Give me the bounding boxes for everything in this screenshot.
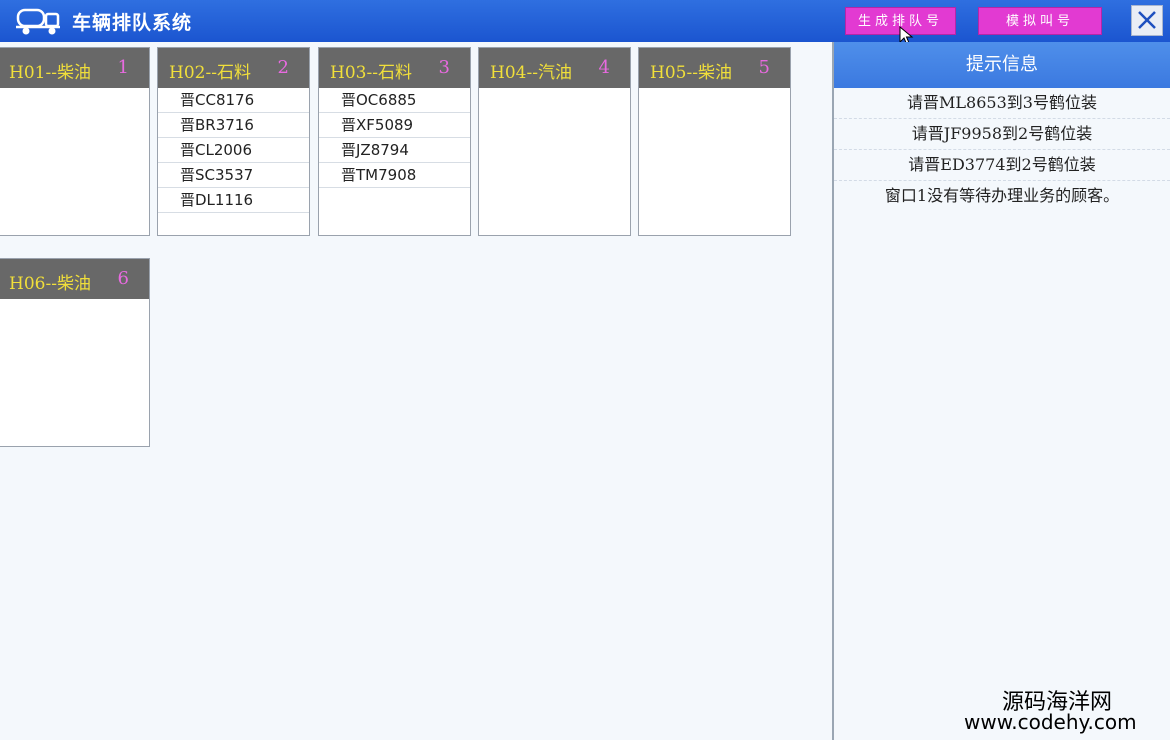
- message-item: 请晋ED3774到2号鹤位装: [834, 150, 1170, 181]
- title-bar: 车辆排队系统 生成排队号 模拟叫号: [0, 0, 1170, 46]
- simulate-call-button[interactable]: 模拟叫号: [978, 7, 1102, 35]
- plate-item[interactable]: 晋XF5089: [319, 113, 470, 138]
- station-title: H04--汽油: [490, 63, 572, 83]
- station-header: H05--柴油 5: [639, 48, 790, 88]
- station-card-h03: H03--石料 3 晋OC6885 晋XF5089 晋JZ8794 晋TM790…: [318, 47, 471, 236]
- station-number: 1: [117, 57, 129, 78]
- station-area: H01--柴油 1 H02--石料 2 晋CC8176 晋BR3716 晋CL2…: [0, 42, 833, 740]
- message-item: 请晋ML8653到3号鹤位装: [834, 88, 1170, 119]
- plate-list: 晋OC6885 晋XF5089 晋JZ8794 晋TM7908: [319, 88, 470, 188]
- station-header: H03--石料 3: [319, 48, 470, 88]
- station-card-h05: H05--柴油 5: [638, 47, 791, 236]
- app-title: 车辆排队系统: [72, 12, 193, 34]
- message-item: 窗口1没有等待办理业务的顾客。: [884, 186, 1120, 205]
- station-title: H06--柴油: [9, 274, 91, 294]
- station-number: 6: [117, 268, 129, 289]
- message-item: 请晋JF9958到2号鹤位装: [834, 119, 1170, 150]
- plate-item[interactable]: 晋CL2006: [158, 138, 309, 163]
- station-number: 2: [277, 57, 289, 78]
- plate-item[interactable]: 晋OC6885: [319, 88, 470, 113]
- station-title: H02--石料: [169, 63, 251, 83]
- station-card-h01: H01--柴油 1: [0, 47, 150, 236]
- info-panel-title: 提示信息: [834, 42, 1170, 88]
- plate-item[interactable]: 晋BR3716: [158, 113, 309, 138]
- plate-list: 晋CC8176 晋BR3716 晋CL2006 晋SC3537 晋DL1116: [158, 88, 309, 213]
- close-icon: [1138, 11, 1156, 29]
- plate-item[interactable]: 晋TM7908: [319, 163, 470, 188]
- station-title: H05--柴油: [650, 63, 732, 83]
- station-number: 3: [438, 57, 450, 78]
- watermark-url: www.codehy.com: [964, 710, 1137, 734]
- plate-item[interactable]: 晋CC8176: [158, 88, 309, 113]
- plate-item[interactable]: 晋DL1116: [158, 188, 309, 213]
- station-card-h04: H04--汽油 4: [478, 47, 631, 236]
- station-header: H06--柴油 6: [0, 259, 149, 299]
- station-header: H02--石料 2: [158, 48, 309, 88]
- station-card-h06: H06--柴油 6: [0, 258, 150, 447]
- info-panel: 提示信息 请晋ML8653到3号鹤位装 请晋JF9958到2号鹤位装 请晋ED3…: [834, 42, 1170, 740]
- tanker-truck-icon: [16, 8, 60, 35]
- station-header: H04--汽油 4: [479, 48, 630, 88]
- station-number: 4: [598, 57, 610, 78]
- station-card-h02: H02--石料 2 晋CC8176 晋BR3716 晋CL2006 晋SC353…: [157, 47, 310, 236]
- close-button[interactable]: [1131, 5, 1163, 36]
- station-header: H01--柴油 1: [0, 48, 149, 88]
- station-title: H03--石料: [330, 63, 412, 83]
- plate-item[interactable]: 晋SC3537: [158, 163, 309, 188]
- station-number: 5: [758, 57, 770, 78]
- plate-item[interactable]: 晋JZ8794: [319, 138, 470, 163]
- station-title: H01--柴油: [9, 63, 91, 83]
